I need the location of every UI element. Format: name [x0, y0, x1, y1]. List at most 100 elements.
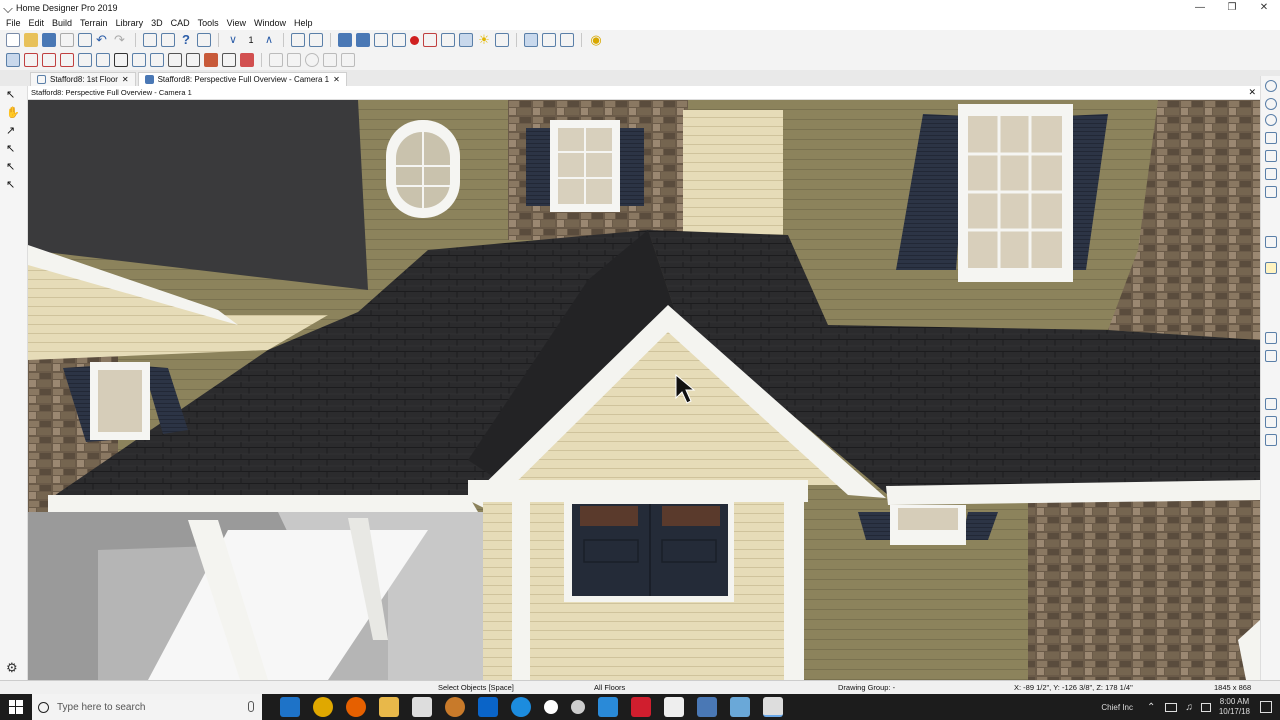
export-icon[interactable]: [78, 33, 92, 47]
edit-icon[interactable]: [309, 33, 323, 47]
camera-icon[interactable]: [338, 33, 352, 47]
down-floor-icon[interactable]: ∨: [226, 33, 240, 47]
file-explorer-icon[interactable]: [379, 697, 399, 717]
3d-viewport[interactable]: [28, 100, 1260, 680]
library-icon[interactable]: [240, 53, 254, 67]
view-icon[interactable]: [392, 33, 406, 47]
menu-file[interactable]: File: [2, 18, 25, 28]
select-objects-icon[interactable]: [6, 53, 20, 67]
quickbooks-icon[interactable]: [631, 697, 651, 717]
group-arrow-icon[interactable]: ↖: [6, 178, 20, 192]
close-tab-icon[interactable]: ✕: [122, 75, 129, 84]
up-floor-icon[interactable]: ∧: [262, 33, 276, 47]
monitor-icon[interactable]: [598, 697, 618, 717]
open-folder-icon[interactable]: [24, 33, 38, 47]
materials-icon[interactable]: [495, 33, 509, 47]
layout-icon[interactable]: [143, 33, 157, 47]
plan-icon[interactable]: [161, 33, 175, 47]
fill-window-icon[interactable]: [1265, 132, 1277, 144]
select-icon[interactable]: [291, 33, 305, 47]
menu-view[interactable]: View: [223, 18, 250, 28]
microphone-icon[interactable]: [248, 701, 254, 712]
menu-tools[interactable]: Tools: [194, 18, 223, 28]
menu-edit[interactable]: Edit: [25, 18, 49, 28]
home-designer-icon[interactable]: [763, 697, 783, 717]
layers-icon[interactable]: [524, 33, 538, 47]
chrome-icon[interactable]: [313, 697, 333, 717]
measure-icon[interactable]: [1265, 332, 1277, 344]
cabinet-icon[interactable]: [60, 53, 74, 67]
gimp-icon[interactable]: [445, 697, 465, 717]
walkthrough-icon[interactable]: [374, 33, 388, 47]
roof-icon[interactable]: [96, 53, 110, 67]
line-icon[interactable]: [269, 53, 283, 67]
chief-architect-icon[interactable]: [730, 697, 750, 717]
deck-icon[interactable]: [186, 53, 200, 67]
paint-icon[interactable]: ◉: [589, 33, 603, 47]
app-icon[interactable]: [412, 697, 432, 717]
help-icon[interactable]: ?: [179, 33, 193, 47]
circle-icon[interactable]: [305, 53, 319, 67]
brightness-icon[interactable]: [544, 700, 558, 714]
new-file-icon[interactable]: [6, 33, 20, 47]
room-icon[interactable]: [42, 53, 56, 67]
close-tab-icon[interactable]: ✕: [333, 75, 340, 84]
taskbar-clock[interactable]: 8:00 AM 10/17/18: [1219, 697, 1250, 717]
lock-icon[interactable]: [1265, 262, 1277, 274]
select-arrow-icon[interactable]: ↖: [6, 88, 20, 102]
start-button[interactable]: [0, 694, 32, 720]
grid-icon[interactable]: [560, 33, 574, 47]
taskbar-search-box[interactable]: Type here to search: [32, 694, 262, 720]
zoom-extents-icon[interactable]: [1265, 168, 1277, 180]
gear-icon[interactable]: ⚙: [6, 660, 20, 675]
network-icon[interactable]: [1165, 702, 1178, 712]
menu-build[interactable]: Build: [48, 18, 76, 28]
overview-icon[interactable]: [356, 33, 370, 47]
fireplace-icon[interactable]: [204, 53, 218, 67]
menu-3d[interactable]: 3D: [147, 18, 167, 28]
tab-1st-floor[interactable]: Stafford8: 1st Floor ✕: [30, 72, 136, 86]
volume-icon[interactable]: ♫: [1185, 702, 1193, 713]
menu-help[interactable]: Help: [290, 18, 317, 28]
sun-icon[interactable]: ☀: [477, 33, 491, 47]
restore-button[interactable]: ❐: [1216, 0, 1248, 15]
rotate-arrow-icon[interactable]: ↗: [6, 124, 20, 138]
notifications-icon[interactable]: [1260, 701, 1272, 713]
menu-window[interactable]: Window: [250, 18, 290, 28]
edit-arrow-icon[interactable]: ↖: [6, 142, 20, 156]
framing-icon[interactable]: [168, 53, 182, 67]
menu-cad[interactable]: CAD: [167, 18, 194, 28]
undo-icon[interactable]: ↶: [96, 33, 110, 47]
stairs-icon[interactable]: [78, 53, 92, 67]
chevron-up-icon[interactable]: ⌃: [1147, 702, 1155, 713]
save-icon[interactable]: [42, 33, 56, 47]
door-icon[interactable]: [114, 53, 128, 67]
window-icon[interactable]: [132, 53, 146, 67]
battery-icon[interactable]: [1200, 702, 1211, 712]
refresh-icon[interactable]: [1265, 186, 1277, 198]
move-arrow-icon[interactable]: ↖: [6, 160, 20, 174]
grid-toggle-icon[interactable]: [1265, 398, 1277, 410]
settings-icon[interactable]: [571, 700, 585, 714]
minimize-button[interactable]: —: [1184, 0, 1216, 15]
design-icon[interactable]: [197, 33, 211, 47]
firefox-icon[interactable]: [346, 697, 366, 717]
dimension-icon[interactable]: [150, 53, 164, 67]
box-icon[interactable]: [323, 53, 337, 67]
window-tile-icon[interactable]: [542, 33, 556, 47]
outlook-icon[interactable]: [478, 697, 498, 717]
print-icon[interactable]: [60, 33, 74, 47]
zoom-app-icon[interactable]: [511, 697, 531, 717]
wall-icon[interactable]: [24, 53, 38, 67]
menu-library[interactable]: Library: [112, 18, 148, 28]
redo-icon[interactable]: ↷: [114, 33, 128, 47]
fit-icon[interactable]: [1265, 150, 1277, 162]
hand-icon[interactable]: ✋: [6, 106, 20, 120]
zoom-in-icon[interactable]: [1265, 98, 1277, 110]
angle-icon[interactable]: [1265, 416, 1277, 428]
document-icon[interactable]: [697, 697, 717, 717]
snap-icon[interactable]: [1265, 350, 1277, 362]
arc-icon[interactable]: [287, 53, 301, 67]
ortho-icon[interactable]: [1265, 434, 1277, 446]
calculator-icon[interactable]: [664, 697, 684, 717]
